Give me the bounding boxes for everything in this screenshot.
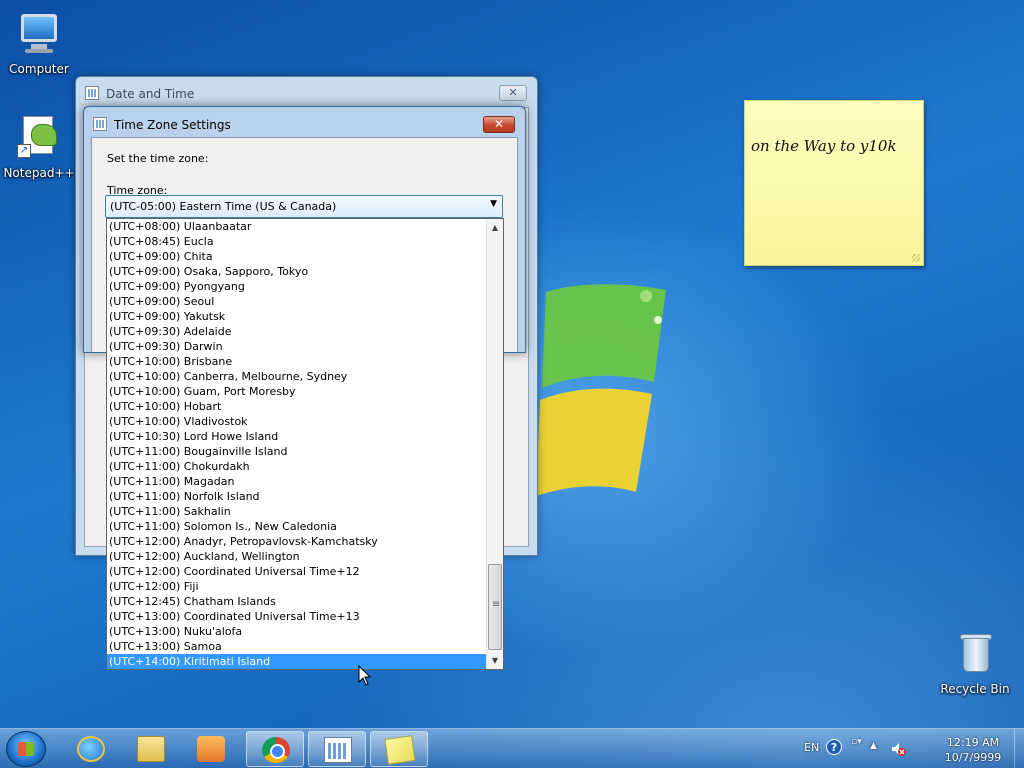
taskbar-sticky-notes[interactable]	[370, 731, 428, 767]
taskbar-date-time[interactable]	[308, 731, 366, 767]
list-item[interactable]: (UTC+10:00) Vladivostok	[107, 414, 486, 429]
list-item[interactable]: (UTC+11:00) Norfolk Island	[107, 489, 486, 504]
sticky-note-text[interactable]: on the Way to y10k	[751, 137, 897, 155]
taskbar-ie[interactable]	[62, 731, 120, 767]
desktop-icon-label: Notepad++	[3, 166, 75, 180]
clock-date: 10/7/9999	[944, 751, 1002, 764]
sticky-note[interactable]: on the Way to y10k	[744, 100, 924, 266]
tray-options-icon[interactable]: ▫▾	[851, 737, 862, 747]
list-item[interactable]: (UTC+11:00) Chokurdakh	[107, 459, 486, 474]
list-item[interactable]: (UTC+12:00) Fiji	[107, 579, 486, 594]
list-item[interactable]: (UTC+09:00) Seoul	[107, 294, 486, 309]
scroll-down-icon[interactable]: ▼	[487, 652, 503, 669]
time-zone-dropdown-list[interactable]: (UTC+08:00) Ulaanbaatar (UTC+08:45) Eucla…	[106, 218, 504, 670]
list-item[interactable]: (UTC+08:00) Ulaanbaatar	[107, 219, 486, 234]
list-item[interactable]: (UTC+10:00) Canberra, Melbourne, Sydney	[107, 369, 486, 384]
instruction-text: Set the time zone:	[107, 152, 209, 165]
taskbar-clock[interactable]: 12:19 AM 10/7/9999	[930, 735, 1016, 765]
list-item[interactable]: (UTC+13:00) Samoa	[107, 639, 486, 654]
file-explorer-icon	[137, 736, 165, 762]
chevron-down-icon[interactable]: ▼	[490, 199, 497, 209]
internet-explorer-icon	[77, 736, 105, 762]
list-item[interactable]: (UTC+10:00) Hobart	[107, 399, 486, 414]
list-item[interactable]: (UTC+11:00) Bougainville Island	[107, 444, 486, 459]
list-item[interactable]: (UTC+11:00) Sakhalin	[107, 504, 486, 519]
list-item[interactable]: (UTC+12:45) Chatham Islands	[107, 594, 486, 609]
desktop-icon-label: Computer	[9, 62, 69, 76]
date-time-icon	[324, 737, 352, 763]
list-item[interactable]: (UTC+10:00) Guam, Port Moresby	[107, 384, 486, 399]
desktop-icon-recycle-bin[interactable]: Recycle Bin	[937, 630, 1013, 696]
taskbar-media-player[interactable]	[182, 731, 240, 767]
time-zone-options: (UTC+08:00) Ulaanbaatar (UTC+08:45) Eucla…	[107, 219, 486, 669]
list-item[interactable]: (UTC+12:00) Anadyr, Petropavlovsk-Kamcha…	[107, 534, 486, 549]
list-item[interactable]: (UTC+10:30) Lord Howe Island	[107, 429, 486, 444]
list-item[interactable]: (UTC+12:00) Auckland, Wellington	[107, 549, 486, 564]
language-indicator[interactable]: EN	[804, 741, 819, 754]
list-item[interactable]: (UTC+09:00) Pyongyang	[107, 279, 486, 294]
list-item[interactable]: (UTC+09:00) Chita	[107, 249, 486, 264]
list-item[interactable]: (UTC+13:00) Coordinated Universal Time+1…	[107, 609, 486, 624]
vertical-scrollbar[interactable]: ▲ ▼	[486, 219, 503, 669]
recycle-bin-icon	[951, 630, 999, 678]
date-time-titlebar[interactable]: Date and Time ✕	[76, 77, 537, 109]
list-item[interactable]: (UTC+09:30) Adelaide	[107, 324, 486, 339]
notepadpp-icon: ↗	[15, 114, 63, 162]
start-button[interactable]	[6, 731, 46, 767]
list-item[interactable]: (UTC+14:00) Kiritimati Island	[107, 654, 486, 669]
help-icon[interactable]: ?	[826, 739, 842, 755]
show-hidden-icons-icon[interactable]: ▲	[870, 741, 877, 751]
mouse-cursor-icon	[358, 665, 372, 686]
computer-icon	[15, 10, 63, 58]
time-zone-icon	[93, 117, 107, 131]
close-button[interactable]: ✕	[499, 85, 527, 101]
taskbar: EN ? ▫▾ ▲ 12:19 AM 10/7/9999	[0, 728, 1024, 768]
sticky-notes-icon	[384, 735, 416, 765]
media-player-icon	[197, 736, 225, 762]
list-item[interactable]: (UTC+10:00) Brisbane	[107, 354, 486, 369]
resize-grip-icon[interactable]	[912, 254, 920, 262]
time-zone-selected-value: (UTC-05:00) Eastern Time (US & Canada)	[110, 200, 337, 213]
time-zone-combobox[interactable]: (UTC-05:00) Eastern Time (US & Canada) ▼	[105, 195, 503, 218]
clock-time: 12:19 AM	[946, 736, 1000, 749]
scroll-up-icon[interactable]: ▲	[487, 219, 503, 236]
desktop-icon-label: Recycle Bin	[940, 682, 1010, 696]
scrollbar-thumb[interactable]	[488, 564, 502, 650]
list-item[interactable]: (UTC+12:00) Coordinated Universal Time+1…	[107, 564, 486, 579]
windows-wallpaper-logo	[536, 284, 666, 496]
list-item[interactable]: (UTC+08:45) Eucla	[107, 234, 486, 249]
list-item[interactable]: (UTC+09:30) Darwin	[107, 339, 486, 354]
list-item[interactable]: (UTC+11:00) Solomon Is., New Caledonia	[107, 519, 486, 534]
close-button[interactable]: ✕	[483, 116, 515, 133]
show-desktop-button[interactable]	[1014, 729, 1024, 768]
list-item[interactable]: (UTC+09:00) Yakutsk	[107, 309, 486, 324]
taskbar-chrome[interactable]	[246, 731, 304, 767]
dialog-title: Time Zone Settings	[114, 118, 231, 132]
window-title: Date and Time	[106, 87, 195, 101]
date-time-icon	[85, 86, 99, 100]
list-item[interactable]: (UTC+11:00) Magadan	[107, 474, 486, 489]
list-item[interactable]: (UTC+13:00) Nuku'alofa	[107, 624, 486, 639]
desktop-icon-notepadpp[interactable]: ↗ Notepad++	[1, 114, 77, 180]
volume-muted-icon[interactable]	[890, 741, 906, 757]
chrome-icon	[262, 737, 290, 763]
list-item[interactable]: (UTC+09:00) Osaka, Sapporo, Tokyo	[107, 264, 486, 279]
desktop-icon-computer[interactable]: Computer	[1, 10, 77, 76]
taskbar-explorer[interactable]	[122, 731, 180, 767]
